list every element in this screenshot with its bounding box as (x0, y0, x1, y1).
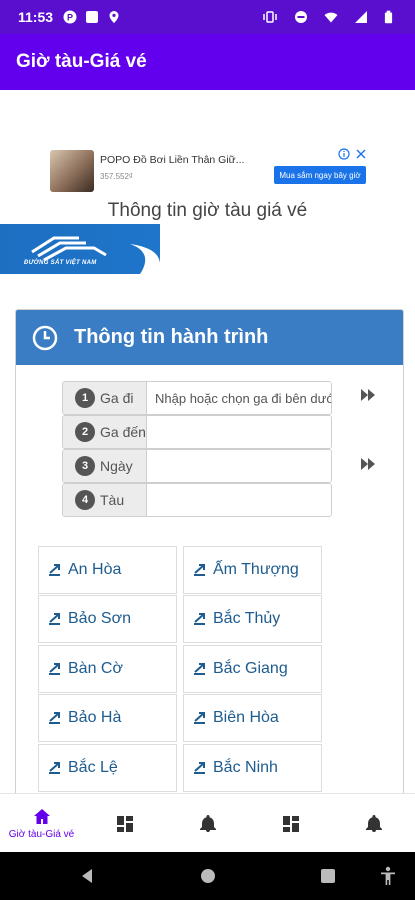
station-arrow-icon (49, 761, 60, 774)
field-arrival: 2 Ga đến (62, 415, 332, 449)
field-label: 3 Ngày (63, 450, 147, 482)
panel-header: Thông tin hành trình (16, 310, 403, 365)
field-label-text: Ga đến (100, 424, 146, 440)
station-name: Bắc Thủy (213, 610, 281, 627)
field-number: 1 (75, 388, 95, 408)
station-name: An Hòa (68, 561, 122, 578)
field-departure: 1 Ga đi (62, 381, 332, 415)
nav-grid-1[interactable] (83, 794, 166, 853)
station-arrow-icon (194, 563, 205, 576)
nav-home-label: Giờ tàu-Giá vé (8, 829, 75, 840)
station-button[interactable]: An Hòa (38, 546, 177, 594)
station-name: Biên Hòa (213, 709, 279, 726)
station-arrow-icon (49, 612, 60, 625)
station-arrow-icon (49, 563, 60, 576)
wifi-icon (324, 12, 338, 23)
status-time: 11:53 (18, 9, 54, 25)
station-button[interactable]: Bắc Ninh (183, 744, 322, 792)
train-input[interactable] (147, 484, 331, 516)
vibrate-icon (263, 11, 277, 23)
main-content[interactable]: POPO Đồ Bơi Liền Thân Giữ... 357.552₫ Mu… (0, 90, 415, 793)
back-icon[interactable] (78, 867, 96, 885)
station-arrow-icon (194, 761, 205, 774)
departure-input[interactable] (147, 382, 331, 414)
app-bar: Giờ tàu-Giá vé (0, 34, 415, 90)
field-label-text: Tàu (100, 492, 125, 508)
field-label-text: Ngày (100, 458, 133, 474)
field-label: 1 Ga đi (63, 382, 147, 414)
station-name: Bảo Sơn (68, 610, 131, 627)
banner-wave (130, 224, 415, 274)
grid-icon (282, 815, 299, 832)
recents-icon[interactable] (319, 867, 337, 885)
field-number: 3 (75, 456, 95, 476)
accessibility-icon[interactable] (379, 866, 397, 886)
panel-title: Thông tin hành trình (74, 326, 269, 348)
nav-bell-2[interactable] (332, 794, 415, 853)
journey-panel: Thông tin hành trình 1 Ga đi 2 Ga đến 3 Ngà… (15, 309, 404, 793)
station-button[interactable]: Bảo Hà (38, 694, 177, 742)
home-icon (33, 809, 50, 824)
status-right-icons (262, 10, 401, 24)
station-name: Bắc Ninh (213, 759, 278, 776)
page-heading: Thông tin giờ tàu giá vé (107, 200, 308, 221)
station-button[interactable]: Bàn Cờ (38, 645, 177, 693)
square-icon (86, 11, 99, 23)
station-arrow-icon (194, 612, 205, 625)
field-train: 4 Tàu (62, 483, 332, 517)
station-name: Bắc Giang (213, 660, 288, 677)
location-icon (109, 11, 119, 23)
rail-banner: ĐƯỜNG SẮT VIỆT NAM (0, 224, 415, 274)
bottom-navigation: Giờ tàu-Giá vé (0, 793, 415, 852)
fast-forward-icon[interactable] (360, 388, 376, 402)
station-name: Bắc Lệ (68, 759, 118, 776)
ad-info-icon[interactable] (338, 148, 368, 160)
field-label: 4 Tàu (63, 484, 147, 516)
station-button[interactable]: Bắc Lệ (38, 744, 177, 792)
ad-cta-button[interactable]: Mua sắm ngay bây giờ (274, 166, 366, 184)
station-button[interactable]: Bắc Thủy (183, 595, 322, 643)
station-button[interactable]: Bắc Giang (183, 645, 322, 693)
arrival-input[interactable] (147, 416, 331, 448)
svg-text:P: P (67, 13, 73, 23)
nav-bell-1[interactable] (166, 794, 249, 853)
station-name: Ấm Thượng (213, 561, 299, 578)
ad-price: 357.552₫ (100, 172, 134, 181)
journey-form: 1 Ga đi 2 Ga đến 3 Ngày 4 Tàu (62, 381, 332, 517)
pocket-icon: P (63, 10, 77, 24)
clock-icon (32, 325, 58, 350)
date-input[interactable] (147, 450, 331, 482)
field-label: 2 Ga đến (63, 416, 147, 448)
ad-title[interactable]: POPO Đồ Bơi Liền Thân Giữ... (100, 154, 270, 166)
minus-circle-icon (295, 11, 307, 23)
bell-icon (365, 814, 382, 832)
home-circle-icon[interactable] (199, 867, 217, 885)
station-name: Bảo Hà (68, 709, 122, 726)
nav-home[interactable]: Giờ tàu-Giá vé (0, 794, 83, 853)
grid-icon (116, 815, 133, 832)
station-arrow-icon (194, 711, 205, 724)
bell-icon (199, 814, 216, 832)
nav-grid-2[interactable] (249, 794, 332, 853)
fast-forward-icon[interactable] (360, 457, 376, 471)
station-button[interactable]: Bảo Sơn (38, 595, 177, 643)
station-button[interactable]: Ấm Thượng (183, 546, 322, 594)
station-button[interactable]: Biên Hòa (183, 694, 322, 742)
station-arrow-icon (49, 711, 60, 724)
field-number: 2 (75, 422, 95, 442)
station-name: Bàn Cờ (68, 660, 123, 677)
station-arrow-icon (49, 662, 60, 675)
field-date: 3 Ngày (62, 449, 332, 483)
ad-thumbnail[interactable] (50, 150, 94, 192)
signal-icon (355, 11, 367, 23)
station-arrow-icon (194, 662, 205, 675)
app-title: Giờ tàu-Giá vé (16, 51, 147, 72)
ad-banner[interactable]: POPO Đồ Bơi Liền Thân Giữ... 357.552₫ Mu… (48, 146, 368, 196)
field-number: 4 (75, 490, 95, 510)
field-label-text: Ga đi (100, 390, 134, 406)
system-nav-bar (0, 852, 415, 900)
battery-icon (384, 10, 393, 24)
status-bar: 11:53 P (0, 0, 415, 34)
